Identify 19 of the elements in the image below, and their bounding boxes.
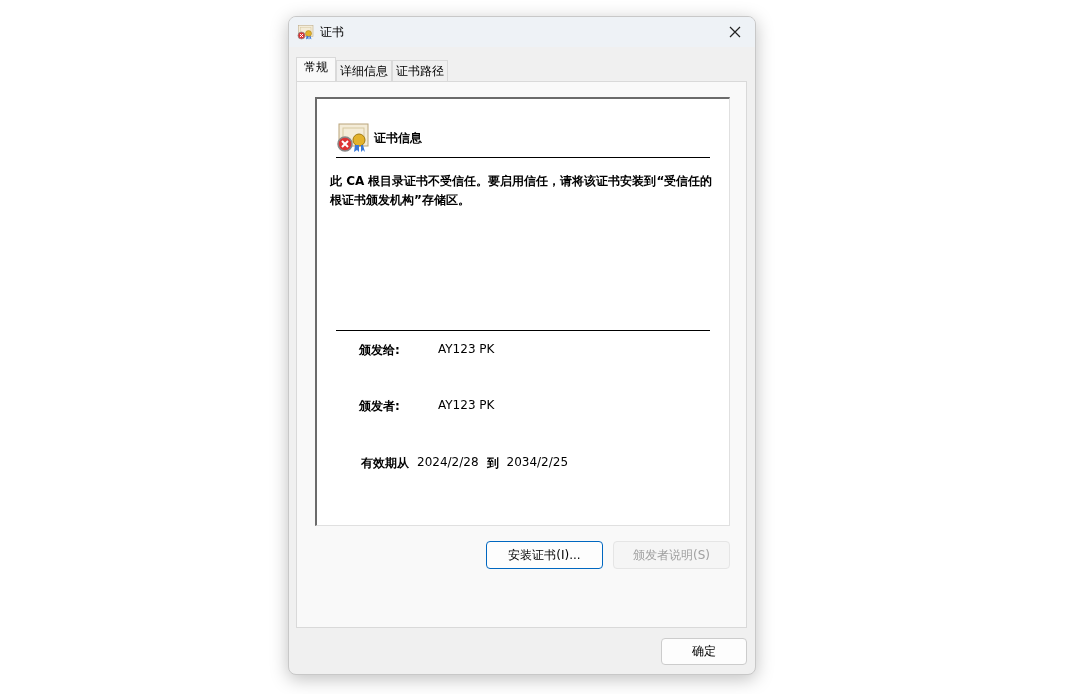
validity-label: 有效期从	[361, 455, 409, 472]
trust-message: 此 CA 根目录证书不受信任。要启用信任，请将该证书安装到“受信任的根证书颁发机构”存储区。	[330, 173, 714, 209]
section-heading: 证书信息	[374, 129, 422, 147]
dialog-button[interactable]: 安装证书(I)...	[486, 541, 603, 569]
valid-to-date: 2034/2/25	[506, 455, 569, 471]
field-label: 颁发者:	[359, 398, 401, 415]
valid-from-date: 2024/2/28	[417, 455, 479, 471]
field-value: AY123 PK	[438, 398, 495, 412]
field-value: AY123 PK	[438, 342, 495, 356]
tab[interactable]: 常规	[296, 57, 336, 81]
field-label: 颁发给:	[359, 342, 401, 359]
ok-button[interactable]: 确定	[661, 638, 747, 665]
certificate-error-icon	[297, 24, 314, 40]
certificate-error-icon	[336, 123, 370, 153]
validity-to-label: 到	[486, 455, 499, 472]
window-title: 证书	[320, 23, 345, 41]
tab[interactable]: 详细信息	[336, 60, 392, 81]
close-icon	[729, 26, 741, 38]
tab[interactable]: 证书路径	[392, 60, 448, 81]
